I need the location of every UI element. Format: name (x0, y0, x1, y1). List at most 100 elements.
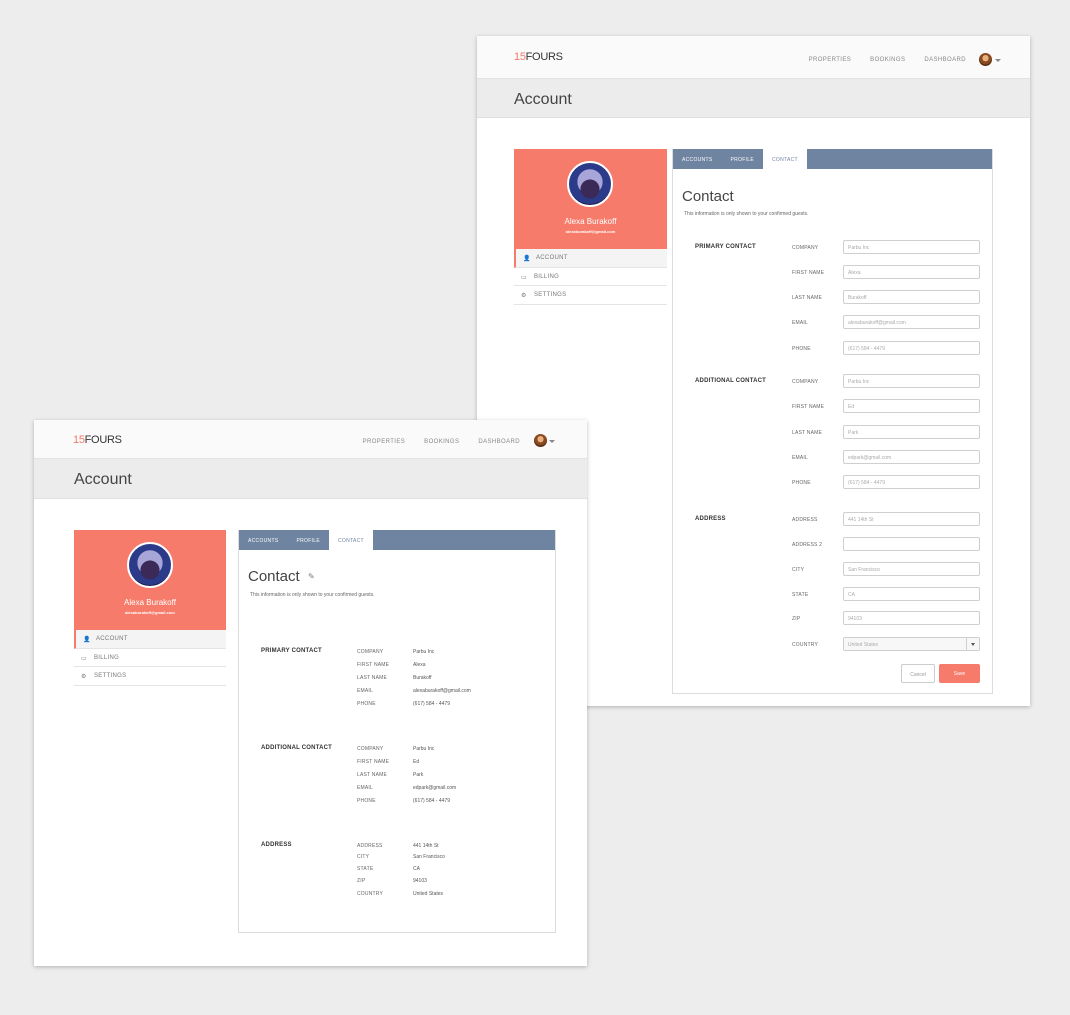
user-avatar[interactable] (979, 53, 992, 66)
profile-avatar (567, 161, 613, 207)
address2-input[interactable] (843, 537, 980, 551)
profile-card: Alexa Burakoff alexaburakoff@gmail.com 👤… (514, 149, 667, 305)
field-label: FIRST NAME (792, 270, 825, 276)
field-value: CA (413, 866, 420, 872)
brand-logo[interactable]: 15FOURS (73, 434, 122, 446)
top-navigation: 15FOURS PROPERTIES BOOKINGS DASHBOARD (34, 420, 587, 459)
nav-link-bookings[interactable]: BOOKINGS (870, 57, 905, 63)
email-input[interactable]: alexaburakoff@gmail.com (843, 315, 980, 329)
field-value: Burakoff (413, 675, 432, 681)
sidebar-item-billing[interactable]: ▭ BILLING (514, 268, 667, 286)
field-value: Parbu Inc (413, 746, 435, 752)
field-value: (617) 584 - 4479 (413, 701, 450, 707)
email-input[interactable]: edpark@gmail.com (843, 450, 980, 464)
field-label: COUNTRY (792, 642, 819, 648)
field-label: LAST NAME (357, 675, 388, 681)
gear-icon: ⚙ (521, 293, 527, 299)
section-subtitle: This information is only shown to your c… (250, 592, 375, 598)
tab-bar: ACCOUNTS PROFILE CONTACT (239, 530, 555, 550)
sidebar-item-account[interactable]: 👤 ACCOUNT (514, 249, 667, 268)
user-avatar[interactable] (534, 434, 547, 447)
field-value: Park (413, 772, 424, 778)
chevron-down-icon[interactable] (549, 440, 555, 443)
page-title: Account (514, 91, 572, 108)
phone-input[interactable]: (617) 584 - 4479 (843, 341, 980, 355)
zip-input[interactable]: 94103 (843, 611, 980, 625)
brand-logo[interactable]: 15FOURS (514, 51, 563, 63)
save-button[interactable]: Save (939, 664, 980, 683)
page-header: Account (34, 459, 587, 499)
field-label: COUNTRY (357, 891, 384, 897)
field-label: ZIP (792, 616, 801, 622)
field-value: Alexa (413, 662, 426, 668)
user-icon: 👤 (523, 256, 531, 262)
field-label: ADDRESS 2 (792, 542, 823, 548)
city-input[interactable]: San Francisco (843, 562, 980, 576)
nav-link-dashboard[interactable]: DASHBOARD (478, 439, 520, 445)
field-value: Parbu Inc (413, 649, 435, 655)
field-label: ADDRESS (357, 843, 383, 849)
address-heading: ADDRESS (261, 842, 292, 848)
section-title: Contact (248, 568, 300, 585)
last-name-input[interactable]: Burakoff (843, 290, 980, 304)
last-name-input[interactable]: Park (843, 425, 980, 439)
field-value: (617) 584 - 4479 (413, 798, 450, 804)
sidebar-item-billing[interactable]: ▭ BILLING (74, 649, 226, 667)
chevron-down-icon (966, 638, 979, 650)
field-label: EMAIL (357, 688, 374, 694)
company-input[interactable]: Parbu Inc (843, 240, 980, 254)
sidebar-item-account[interactable]: 👤 ACCOUNT (74, 630, 226, 649)
field-label: STATE (357, 866, 374, 872)
tab-profile[interactable]: PROFILE (721, 149, 763, 169)
tab-accounts[interactable]: ACCOUNTS (673, 149, 721, 169)
field-label: PHONE (357, 798, 376, 804)
field-label: LAST NAME (792, 295, 823, 301)
profile-name: Alexa Burakoff (564, 217, 617, 226)
field-label: LAST NAME (792, 430, 823, 436)
field-label: COMPANY (357, 649, 384, 655)
field-label: PHONE (792, 480, 811, 486)
nav-link-properties[interactable]: PROPERTIES (809, 57, 852, 63)
company-input[interactable]: Parbu Inc (843, 374, 980, 388)
address-input[interactable]: 441 14th St (843, 512, 980, 526)
field-label: FIRST NAME (792, 404, 825, 410)
cancel-button[interactable]: Cancel (901, 664, 935, 683)
sidebar-item-settings[interactable]: ⚙ SETTINGS (514, 286, 667, 305)
field-label: LAST NAME (357, 772, 388, 778)
contact-view-window: 15FOURS PROPERTIES BOOKINGS DASHBOARD Ac… (34, 420, 587, 966)
sidebar-item-settings[interactable]: ⚙ SETTINGS (74, 667, 226, 686)
contact-panel: ACCOUNTS PROFILE CONTACT Contact This in… (672, 149, 993, 694)
field-label: EMAIL (792, 320, 809, 326)
nav-link-properties[interactable]: PROPERTIES (363, 439, 406, 445)
tab-contact[interactable]: CONTACT (328, 530, 373, 550)
tab-contact[interactable]: CONTACT (762, 149, 807, 169)
country-select[interactable]: United States (843, 637, 980, 651)
nav-link-bookings[interactable]: BOOKINGS (424, 439, 459, 445)
field-label: EMAIL (357, 785, 374, 791)
field-label: COMPANY (357, 746, 384, 752)
field-value: Ed (413, 759, 420, 765)
first-name-input[interactable]: Ed (843, 399, 980, 413)
field-label: ADDRESS (792, 517, 818, 523)
pencil-icon[interactable]: ✎ (308, 572, 315, 581)
field-label: PHONE (792, 346, 811, 352)
field-value: alexaburakoff@gmail.com (413, 688, 471, 694)
profile-name: Alexa Burakoff (124, 598, 176, 607)
phone-input[interactable]: (617) 584 - 4479 (843, 475, 980, 489)
field-label: CITY (792, 567, 805, 573)
profile-email: alexaburakoff@gmail.com (125, 610, 175, 615)
tab-profile[interactable]: PROFILE (287, 530, 329, 550)
field-label: COMPANY (792, 245, 819, 251)
section-title: Contact (682, 188, 734, 205)
tab-accounts[interactable]: ACCOUNTS (239, 530, 287, 550)
profile-avatar (127, 542, 173, 588)
page-header: Account (477, 79, 1030, 118)
field-value: United States (413, 891, 444, 897)
field-label: ZIP (357, 878, 366, 884)
field-label: PHONE (357, 701, 376, 707)
first-name-input[interactable]: Alexa (843, 265, 980, 279)
chevron-down-icon[interactable] (995, 59, 1001, 62)
field-value: 441 14th St (413, 843, 439, 849)
state-input[interactable]: CA (843, 587, 980, 601)
nav-link-dashboard[interactable]: DASHBOARD (924, 57, 966, 63)
